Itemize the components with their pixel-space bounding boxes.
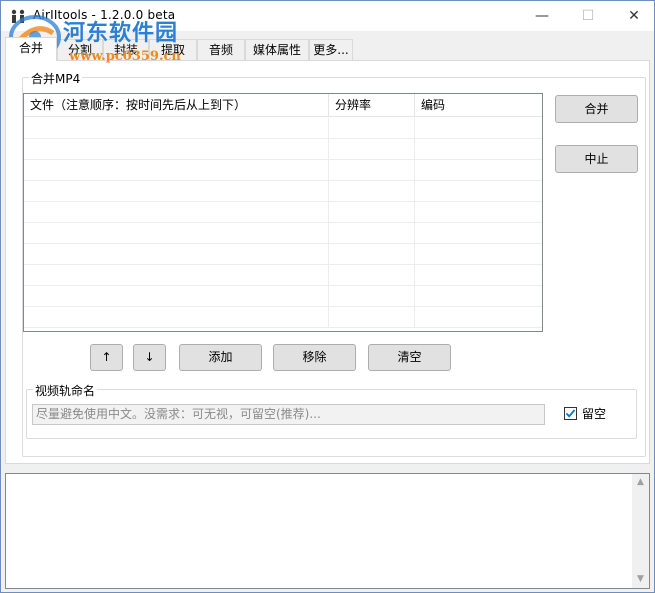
tab-label: 合并 bbox=[18, 41, 43, 55]
merge-group-title: 合并MP4 bbox=[29, 70, 83, 87]
log-textarea[interactable]: ▲ ▼ bbox=[5, 473, 650, 589]
tab-label: 更多... bbox=[313, 43, 349, 57]
remove-button[interactable]: 移除 bbox=[273, 344, 356, 371]
table-row bbox=[24, 265, 542, 286]
table-row bbox=[24, 244, 542, 265]
tab-strip: 合并 分割 封装 提取 音频 媒体属性 更多... bbox=[5, 37, 645, 61]
tab-more[interactable]: 更多... bbox=[309, 39, 353, 60]
table-row bbox=[24, 118, 542, 139]
table-row bbox=[24, 307, 542, 328]
add-button[interactable]: 添加 bbox=[179, 344, 262, 371]
leave-empty-label[interactable]: 留空 bbox=[582, 405, 606, 422]
arrow-down-icon: ↓ bbox=[144, 350, 155, 364]
tab-label: 媒体属性 bbox=[252, 43, 301, 57]
column-header-label: 文件（注意顺序：按时间先后从上到下） bbox=[30, 98, 247, 112]
tab-extract[interactable]: 提取 bbox=[149, 39, 197, 60]
file-list-header: 文件（注意顺序：按时间先后从上到下） 分辨率 编码 bbox=[24, 94, 542, 117]
checkmark-icon bbox=[565, 409, 576, 418]
table-row bbox=[24, 139, 542, 160]
tab-label: 音频 bbox=[208, 43, 233, 57]
tab-split[interactable]: 分割 bbox=[57, 39, 103, 60]
column-header-label: 编码 bbox=[421, 98, 446, 112]
clear-button[interactable]: 清空 bbox=[368, 344, 451, 371]
title-bar[interactable]: AirIItools - 1.2.0.0 beta — ☐ ✕ bbox=[1, 1, 654, 31]
minimize-button[interactable]: — bbox=[519, 1, 565, 31]
column-header-label: 分辨率 bbox=[335, 98, 372, 112]
file-list-rows bbox=[24, 118, 542, 328]
table-row bbox=[24, 202, 542, 223]
tab-label: 封装 bbox=[113, 43, 138, 57]
merge-button[interactable]: 合并 bbox=[555, 95, 638, 123]
window-title: AirIItools - 1.2.0.0 beta bbox=[33, 8, 176, 22]
table-row bbox=[24, 181, 542, 202]
stop-button[interactable]: 中止 bbox=[555, 145, 638, 173]
column-header-resolution[interactable]: 分辨率 bbox=[329, 94, 415, 117]
move-down-button[interactable]: ↓ bbox=[133, 344, 166, 371]
table-row bbox=[24, 286, 542, 307]
leave-empty-checkbox[interactable] bbox=[564, 407, 577, 420]
maximize-icon: ☐ bbox=[581, 8, 595, 24]
tab-label: 提取 bbox=[160, 43, 185, 57]
scroll-up-icon[interactable]: ▲ bbox=[632, 474, 649, 491]
app-icon bbox=[11, 9, 25, 23]
move-up-button[interactable]: ↑ bbox=[90, 344, 123, 371]
close-button[interactable]: ✕ bbox=[611, 1, 655, 31]
tab-media-info[interactable]: 媒体属性 bbox=[245, 39, 309, 60]
column-header-file[interactable]: 文件（注意顺序：按时间先后从上到下） bbox=[24, 94, 329, 117]
column-header-codec[interactable]: 编码 bbox=[415, 94, 542, 117]
app-window: AirIItools - 1.2.0.0 beta — ☐ ✕ 合并 分割 封装… bbox=[0, 0, 655, 593]
table-row bbox=[24, 223, 542, 244]
track-group-title: 视频轨命名 bbox=[33, 382, 98, 399]
log-scrollbar[interactable]: ▲ ▼ bbox=[632, 474, 649, 588]
close-icon: ✕ bbox=[628, 8, 640, 24]
tab-merge[interactable]: 合并 bbox=[5, 37, 57, 61]
tab-label: 分割 bbox=[67, 43, 92, 57]
file-list[interactable]: 文件（注意顺序：按时间先后从上到下） 分辨率 编码 bbox=[23, 93, 543, 332]
scroll-down-icon[interactable]: ▼ bbox=[632, 571, 649, 588]
tab-audio[interactable]: 音频 bbox=[197, 39, 245, 60]
minimize-icon: — bbox=[535, 8, 549, 24]
maximize-button[interactable]: ☐ bbox=[565, 1, 611, 31]
tab-mux[interactable]: 封装 bbox=[103, 39, 149, 60]
track-name-input[interactable]: 尽量避免使用中文。没需求：可无视，可留空(推荐)... bbox=[32, 404, 545, 425]
arrow-up-icon: ↑ bbox=[101, 350, 112, 364]
table-row bbox=[24, 160, 542, 181]
